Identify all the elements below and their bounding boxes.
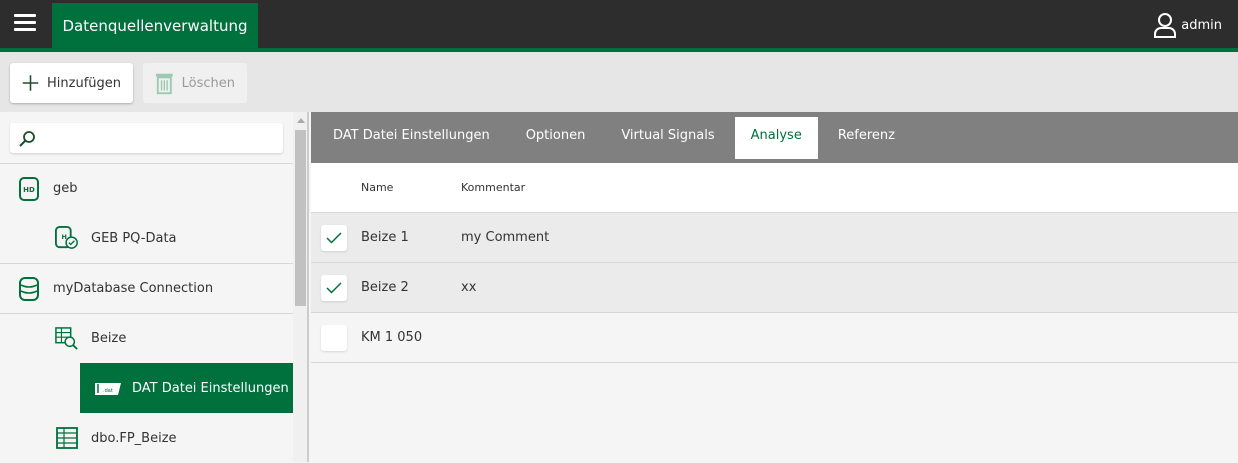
tree-node-label: DAT Datei Einstellungen [132,381,289,396]
row-name: Beize 1 [361,230,409,245]
row-name: KM 1 050 [361,330,423,345]
checkmark-icon [326,231,342,244]
add-label: Hinzufügen [47,75,121,91]
add-button[interactable]: Hinzufügen [10,63,133,103]
table-icon [55,426,79,450]
table-row[interactable]: Beize 2 xx [311,263,1238,313]
database-icon [17,276,41,301]
table-empty-area [311,363,1238,463]
delete-label: Löschen [181,75,235,91]
scroll-up-arrow-icon[interactable] [297,118,305,123]
datasource-tree: HD geb H GEB PQ-Data myDatabase Connecti… [0,163,293,463]
tree-node-label: Beize [91,331,127,346]
tab-analyse[interactable]: Analyse [734,117,818,159]
search-input[interactable] [10,123,283,153]
tab-optionen[interactable]: Optionen [510,117,602,159]
username: admin [1181,17,1222,33]
tab-bar: DAT Datei Einstellungen Optionen Virtual… [311,112,1238,163]
tree-node-beize[interactable]: Beize [0,313,293,363]
tree-node-label: geb [53,181,78,196]
table-row[interactable]: Beize 1 my Comment [311,213,1238,263]
tab-dat-datei-einstellungen[interactable]: DAT Datei Einstellungen [317,117,506,159]
tab-referenz[interactable]: Referenz [822,117,911,159]
checkmark-icon [326,281,342,294]
column-header-name[interactable]: Name [361,181,461,194]
dat-file-icon: .dat [94,377,122,401]
tree-node-mydatabase-connection[interactable]: myDatabase Connection [0,263,293,313]
hd-database-icon: HD [17,176,41,201]
table-row[interactable]: KM 1 050 [311,313,1238,363]
search-icon [19,131,35,147]
tab-virtual-signals[interactable]: Virtual Signals [605,117,730,159]
hd-clock-database-icon: H [55,226,79,250]
tree-node-geb[interactable]: HD geb [0,163,293,213]
scrollbar-thumb[interactable] [295,130,306,306]
row-checkbox[interactable] [321,324,347,351]
toolbar: Hinzufügen Löschen [0,52,1238,112]
user-menu[interactable]: admin [1153,12,1222,38]
tree-node-geb-pq-data[interactable]: H GEB PQ-Data [0,213,293,263]
hamburger-menu-icon[interactable] [14,14,36,34]
column-header-kommentar[interactable]: Kommentar [461,181,525,194]
tree-node-label: myDatabase Connection [53,281,214,296]
detail-panel: DAT Datei Einstellungen Optionen Virtual… [311,112,1238,463]
table-header: Name Kommentar [311,163,1238,213]
user-icon [1154,13,1177,38]
svg-text:.dat: .dat [103,388,113,394]
row-comment: xx [461,280,477,295]
tree-scrollbar[interactable] [293,112,309,462]
delete-button[interactable]: Löschen [143,63,247,103]
trash-icon [155,73,173,95]
tree-node-dat-datei-einstellungen[interactable]: .dat DAT Datei Einstellungen [80,363,293,413]
row-comment: my Comment [461,230,550,245]
app-title-tab[interactable]: Datenquellenverwaltung [52,3,258,48]
svg-text:HD: HD [23,186,35,194]
table-search-icon [55,326,79,351]
plus-icon [22,75,39,91]
row-name: Beize 2 [361,280,409,295]
tree-node-label: dbo.FP_Beize [91,430,177,446]
tree-node-dbo-fp-beize[interactable]: dbo.FP_Beize [0,413,293,463]
datasource-tree-panel: HD geb H GEB PQ-Data myDatabase Connecti… [0,112,293,462]
row-checkbox[interactable] [321,274,347,301]
row-checkbox[interactable] [321,224,347,251]
tree-node-label: GEB PQ-Data [91,230,177,246]
